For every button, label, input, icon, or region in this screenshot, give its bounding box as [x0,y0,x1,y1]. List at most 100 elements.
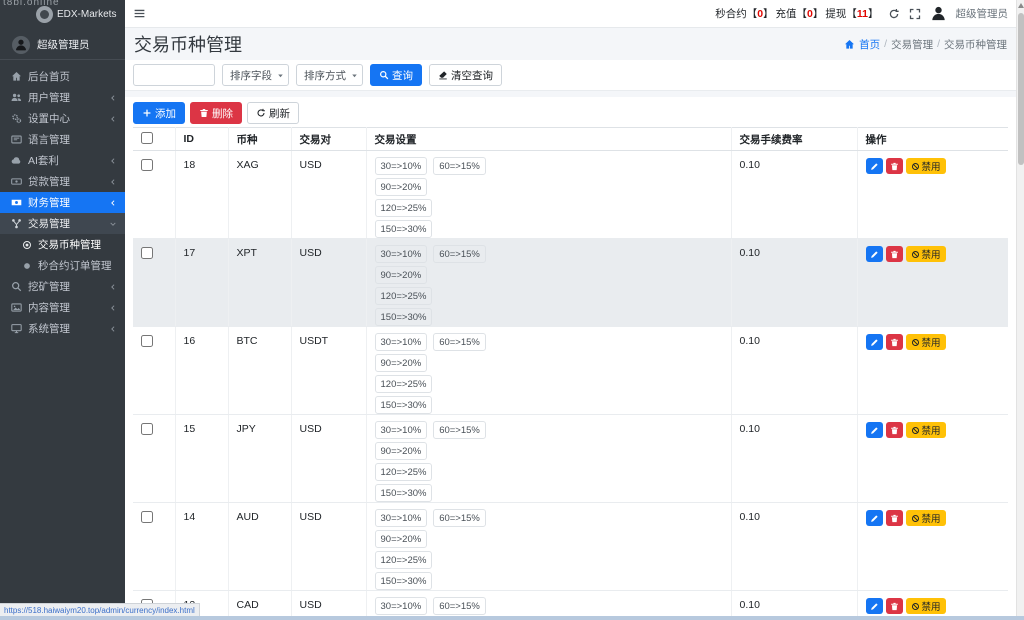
trade-setting-button[interactable]: 120=>25% [374,287,433,305]
edit-button[interactable] [865,598,883,614]
breadcrumb-item[interactable]: 首页 [859,37,880,52]
trade-setting-button[interactable]: 60=>15% [433,597,486,615]
refresh-button[interactable]: 刷新 [247,102,299,124]
sidebar-item-icon [11,155,22,166]
add-button[interactable]: 添加 [133,102,185,124]
trade-setting-button[interactable]: 120=>25% [374,199,433,217]
sidebar-item-icon [11,71,22,82]
trade-setting-button[interactable]: 60=>15% [433,157,486,175]
scrollbar-up-arrow[interactable] [1018,3,1024,8]
delete-row-button[interactable] [885,422,903,438]
trade-setting-button[interactable]: 90=>20% [374,178,428,196]
refresh-icon[interactable] [888,8,900,20]
table-header-cell: 币种 [228,127,292,151]
brand[interactable]: EDX-Markets [0,6,125,23]
cell-currency: XAG [228,150,292,239]
query-button[interactable]: 查询 [370,64,422,86]
row-checkbox[interactable] [141,335,153,347]
ban-icon [911,250,920,259]
sidebar-user[interactable]: 超级管理员 [0,30,125,60]
sidebar-item[interactable]: 交易币种管理 [0,234,125,255]
trade-setting-button[interactable]: 60=>15% [433,245,486,263]
topbar-avatar-icon[interactable] [930,5,947,22]
chevron-icon [109,115,117,123]
delete-button[interactable]: 删除 [190,102,242,124]
trade-setting-button[interactable]: 150=>30% [374,396,433,414]
trade-setting-button[interactable]: 150=>30% [374,220,433,238]
sidebar-item[interactable]: 系统管理 [0,318,125,339]
disable-button[interactable]: 禁用 [905,422,946,438]
delete-row-button[interactable] [885,510,903,526]
sidebar-item[interactable]: 财务管理 [0,192,125,213]
delete-row-button[interactable] [885,598,903,614]
trade-setting-button[interactable]: 30=>10% [374,509,428,527]
disable-button[interactable]: 禁用 [905,158,946,174]
trade-setting-button[interactable]: 30=>10% [374,597,428,615]
trade-setting-button[interactable]: 150=>30% [374,484,433,502]
trade-setting-button[interactable]: 60=>15% [433,421,486,439]
sidebar-item[interactable]: 用户管理 [0,87,125,108]
chevron-icon [109,220,117,228]
delete-row-button[interactable] [885,334,903,350]
trade-setting-button[interactable]: 30=>10% [374,421,428,439]
scrollbar-thumb[interactable] [1018,13,1024,165]
trade-setting-button[interactable]: 30=>10% [374,157,428,175]
table-header-cell: ID [175,127,229,151]
edit-button[interactable] [865,510,883,526]
delete-row-button[interactable] [885,246,903,262]
edit-button[interactable] [865,334,883,350]
trade-setting-button[interactable]: 120=>25% [374,463,433,481]
trade-setting-button[interactable]: 90=>20% [374,266,428,284]
row-checkbox[interactable] [141,247,153,259]
row-checkbox[interactable] [141,511,153,523]
edit-button[interactable] [865,422,883,438]
disable-button[interactable]: 禁用 [905,510,946,526]
trade-setting-button[interactable]: 150=>30% [374,308,433,326]
trade-setting-button[interactable]: 120=>25% [374,375,433,393]
disable-button[interactable]: 禁用 [905,246,946,262]
edit-button[interactable] [865,158,883,174]
sidebar-item-label: 秒合约订单管理 [38,260,112,272]
chevron-icon [109,283,117,291]
trade-setting-button[interactable]: 60=>15% [433,333,486,351]
trade-setting-button[interactable]: 30=>10% [374,245,428,263]
sort-field-select[interactable]: 排序字段 [222,64,289,86]
cell-fee: 0.10 [731,414,858,503]
sidebar-item[interactable]: 贷款管理 [0,171,125,192]
row-checkbox[interactable] [141,159,153,171]
sidebar-item[interactable]: 内容管理 [0,297,125,318]
pencil-icon [870,602,879,611]
table-row: 14 AUD USD 30=>10% 60=>15% 90=>20% 120=>25%… [133,502,1008,591]
trade-setting-button[interactable]: 90=>20% [374,442,428,460]
sidebar-item[interactable]: AI套利 [0,150,125,171]
sort-order-select[interactable]: 排序方式 [296,64,363,86]
sidebar-item[interactable]: 后台首页 [0,66,125,87]
sidebar-item[interactable]: 挖矿管理 [0,276,125,297]
page-scrollbar[interactable] [1016,0,1024,620]
row-checkbox[interactable] [141,423,153,435]
disable-button[interactable]: 禁用 [905,598,946,614]
sidebar-item[interactable]: 设置中心 [0,108,125,129]
select-all-checkbox[interactable] [141,131,153,144]
trade-setting-button[interactable]: 120=>25% [374,551,433,569]
trade-setting-button[interactable]: 30=>10% [374,333,428,351]
sidebar-item[interactable]: 秒合约订单管理 [0,255,125,276]
trash-icon [890,162,899,171]
disable-button[interactable]: 禁用 [905,334,946,350]
fullscreen-icon[interactable] [909,8,921,20]
cell-currency: AUD [228,502,292,591]
clear-query-button[interactable]: 清空查询 [429,64,502,86]
topbar-user-name[interactable]: 超级管理员 [956,6,1009,21]
home-icon [844,39,855,50]
trade-setting-button[interactable]: 90=>20% [374,530,428,548]
filter-bar: 排序字段 排序方式 查询 清空查询 [125,60,1016,91]
trade-setting-button[interactable]: 90=>20% [374,354,428,372]
delete-row-button[interactable] [885,158,903,174]
sidebar-item[interactable]: 交易管理 [0,213,125,234]
sidebar-item[interactable]: 语言管理 [0,129,125,150]
search-input[interactable] [133,64,215,86]
edit-button[interactable] [865,246,883,262]
trade-setting-button[interactable]: 150=>30% [374,572,433,590]
trade-setting-button[interactable]: 60=>15% [433,509,486,527]
menu-toggle-icon[interactable] [133,7,146,20]
